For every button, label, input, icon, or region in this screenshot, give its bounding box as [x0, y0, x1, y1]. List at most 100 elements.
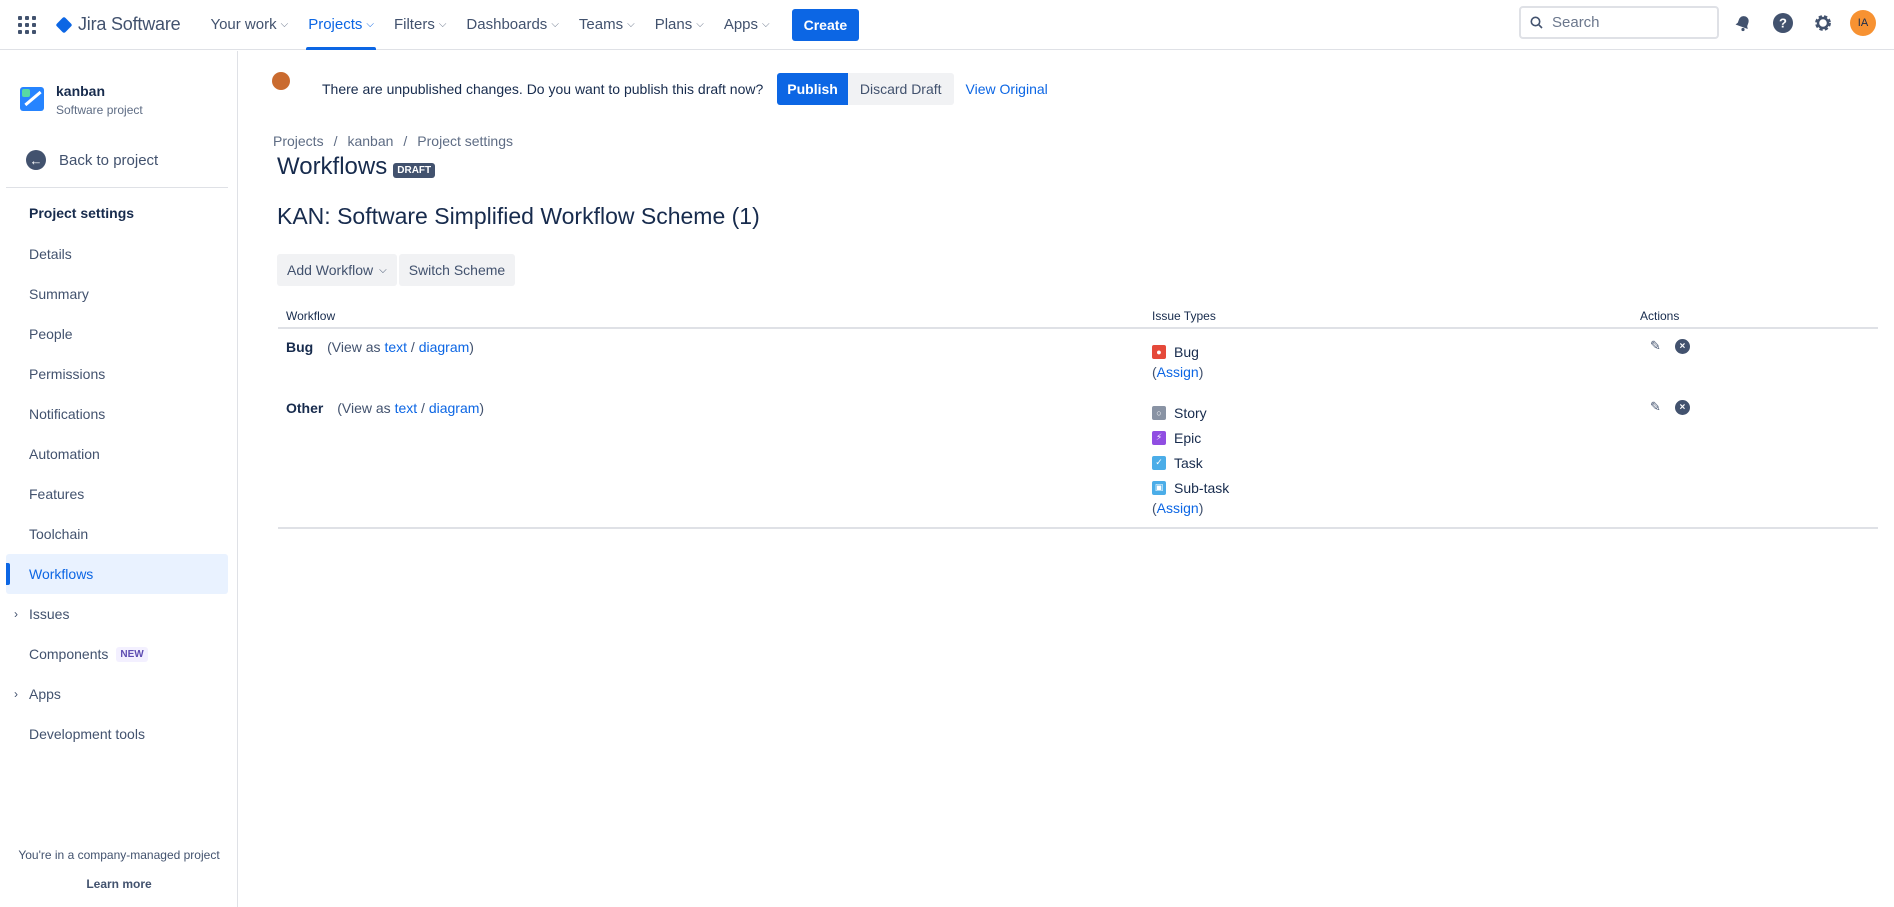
view-as: (View as text / diagram)	[337, 400, 484, 416]
sidebar-item-components[interactable]: Components NEW	[6, 634, 228, 674]
sidebar-item-automation[interactable]: Automation	[6, 434, 228, 474]
nav-apps[interactable]: Apps ⌵	[714, 0, 780, 50]
nav-label: Apps	[723, 16, 759, 33]
chevron-right-icon: ›	[14, 687, 18, 701]
chevron-down-icon: ⌵	[280, 19, 289, 30]
discard-draft-button[interactable]: Discard Draft	[847, 73, 954, 105]
jira-logo[interactable]: Jira Software	[54, 14, 181, 35]
sidebar-item-label: Issues	[29, 606, 70, 622]
workflow-name: Bug	[286, 339, 314, 355]
view-as-paren: )	[469, 339, 474, 355]
publish-button[interactable]: Publish	[777, 73, 848, 105]
table-row: Bug (View as text / diagram) ● Bug (Assi…	[278, 329, 1878, 390]
add-workflow-label: Add Workflow	[287, 262, 374, 278]
issue-types-cell: ○ Story ⚡ Epic ✓ Task ▣ Sub-task (Assign…	[1152, 390, 1640, 516]
draft-badge: DRAFT	[393, 162, 436, 178]
nav-teams[interactable]: Teams ⌵	[569, 0, 645, 50]
sidebar-item-label: Summary	[29, 286, 89, 302]
issue-type-item: ⚡ Epic	[1152, 425, 1640, 450]
search-input[interactable]: Search	[1519, 6, 1719, 39]
chevron-right-icon: ›	[14, 607, 18, 621]
nav-label: Plans	[654, 16, 693, 33]
edit-pencil-icon[interactable]: ✎	[1650, 399, 1661, 415]
sidebar-item-features[interactable]: Features	[6, 474, 228, 514]
chevron-down-icon: ⌵	[551, 19, 559, 30]
nav-filters[interactable]: Filters ⌵	[384, 0, 456, 50]
remove-icon[interactable]: ×	[1674, 399, 1690, 415]
sidebar-item-label: Apps	[29, 686, 61, 702]
sidebar-item-label: Automation	[29, 446, 100, 462]
sidebar: kanban Software project ← Back to projec…	[0, 51, 238, 907]
project-type: Software project	[56, 103, 143, 117]
sidebar-item-label: Components	[29, 646, 109, 662]
assign-link[interactable]: Assign	[1157, 500, 1199, 516]
search-icon	[1530, 16, 1543, 29]
switch-scheme-button[interactable]: Switch Scheme	[398, 254, 516, 286]
assign-link[interactable]: Assign	[1157, 364, 1199, 380]
back-label: Back to project	[59, 151, 159, 169]
edit-pencil-icon[interactable]: ✎	[1650, 338, 1661, 354]
scheme-title: KAN: Software Simplified Workflow Scheme…	[277, 203, 760, 229]
notifications-bell-icon[interactable]	[1730, 10, 1756, 36]
back-to-project-link[interactable]: ← Back to project	[26, 150, 158, 170]
view-as-diagram-link[interactable]: diagram	[429, 400, 480, 416]
sidebar-item-issues[interactable]: › Issues	[6, 594, 228, 634]
sidebar-item-details[interactable]: Details	[6, 234, 228, 274]
sidebar-item-label: Details	[29, 246, 72, 262]
project-header[interactable]: kanban Software project	[20, 83, 143, 117]
avatar[interactable]: IA	[1850, 10, 1876, 36]
breadcrumb-project-settings[interactable]: Project settings	[417, 133, 513, 149]
issue-type-label: Sub-task	[1174, 479, 1230, 496]
sidebar-item-toolchain[interactable]: Toolchain	[6, 514, 228, 554]
sidebar-item-apps[interactable]: › Apps	[6, 674, 228, 714]
assign-wrapper: (Assign)	[1152, 500, 1204, 516]
company-managed-note: You're in a company-managed project	[18, 848, 220, 862]
breadcrumb-kanban[interactable]: kanban	[347, 133, 393, 149]
nav-your-work[interactable]: Your work ⌵	[200, 0, 298, 50]
nav-dashboards[interactable]: Dashboards ⌵	[456, 0, 568, 50]
page-title-row: Workflows DRAFT	[277, 153, 436, 181]
sidebar-item-workflows[interactable]: Workflows	[6, 554, 228, 594]
project-avatar-icon	[20, 87, 44, 111]
view-as-paren: )	[479, 400, 485, 416]
epic-icon: ⚡	[1152, 430, 1166, 445]
sidebar-item-people[interactable]: People	[6, 314, 228, 354]
sidebar-item-label: Toolchain	[29, 526, 89, 542]
learn-more-link[interactable]: Learn more	[0, 877, 238, 891]
view-as-slash: /	[421, 400, 425, 416]
table-header: Workflow Issue Types Actions	[278, 305, 1878, 329]
settings-gear-icon[interactable]	[1810, 10, 1836, 36]
app-switcher-icon[interactable]	[16, 14, 38, 36]
sidebar-footer: You're in a company-managed project Lear…	[0, 848, 238, 891]
sidebar-item-development-tools[interactable]: Development tools	[6, 714, 228, 754]
sidebar-heading: Project settings	[29, 205, 135, 221]
breadcrumb-projects[interactable]: Projects	[273, 133, 324, 149]
add-workflow-button[interactable]: Add Workflow ⌵	[277, 254, 397, 286]
arrow-left-icon: ←	[26, 150, 46, 170]
view-as-diagram-link[interactable]: diagram	[419, 339, 470, 355]
view-as-label: (View as	[327, 339, 381, 355]
nav-label: Filters	[393, 16, 435, 33]
nav-plans[interactable]: Plans ⌵	[645, 0, 714, 50]
view-as-label: (View as	[337, 400, 391, 416]
remove-icon[interactable]: ×	[1674, 338, 1690, 354]
issue-type-label: Epic	[1174, 429, 1202, 446]
nav-projects[interactable]: Projects ⌵	[298, 0, 384, 50]
issue-type-label: Task	[1174, 454, 1203, 471]
view-as-text-link[interactable]: text	[395, 400, 418, 416]
sidebar-item-summary[interactable]: Summary	[6, 274, 228, 314]
help-icon[interactable]: ?	[1770, 10, 1796, 36]
task-icon: ✓	[1152, 455, 1166, 470]
workflow-cell: Bug (View as text / diagram)	[278, 329, 1152, 355]
workflow-table: Workflow Issue Types Actions Bug (View a…	[278, 305, 1878, 529]
jira-diamond-icon	[55, 16, 73, 33]
issue-type-label: Story	[1174, 404, 1207, 421]
draft-banner: There are unpublished changes. Do you wa…	[272, 72, 1048, 105]
sidebar-item-permissions[interactable]: Permissions	[6, 354, 228, 394]
view-original-link[interactable]: View Original	[966, 81, 1048, 97]
create-button[interactable]: Create	[791, 8, 860, 41]
sidebar-nav: Details Summary People Permissions Notif…	[6, 234, 228, 754]
view-as-text-link[interactable]: text	[384, 339, 407, 355]
workflow-cell: Other (View as text / diagram)	[278, 390, 1152, 416]
sidebar-item-notifications[interactable]: Notifications	[6, 394, 228, 434]
